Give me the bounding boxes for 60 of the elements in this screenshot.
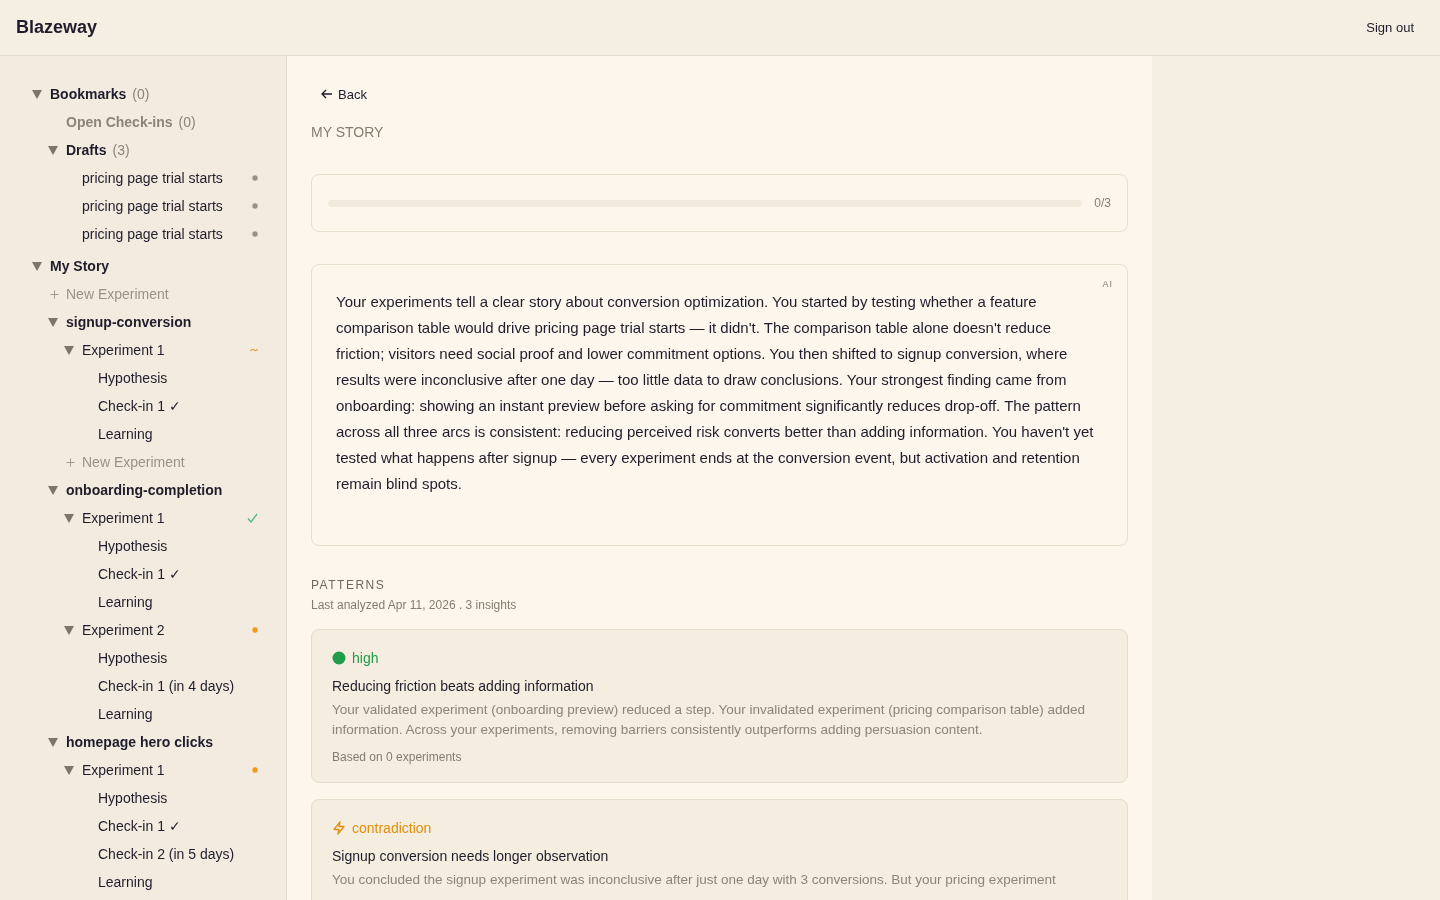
tree-item[interactable]: Bookmarks	[50, 86, 127, 102]
plus-icon	[50, 289, 59, 299]
tree-item[interactable]: Experiment 1	[82, 342, 165, 358]
caret-down-icon[interactable]	[64, 513, 74, 523]
tree-item[interactable]: signup-conversion	[66, 314, 192, 330]
arrow-left-icon	[321, 89, 333, 99]
tree-item[interactable]: Check-in 2 (in 5 days)	[98, 846, 235, 862]
tree-item[interactable]: pricing page trial starts	[82, 226, 223, 242]
tree-item[interactable]: pricing page trial starts	[82, 170, 223, 186]
story-text: Your experiments tell a clear story about conversion optimization. You started by testing whether a feature comparison table would drive pricing page trial starts — it didn't. The comparison table alone doesn't reduce friction; visitors need social proof and lower commitment options. You then shifted to signup conversion, where results were inconclusive after one day — too little data to draw conclusions. Your strongest finding came from onboarding: showing an instant preview before asking for commitment significantly reduces drop-off. The pattern across all three arcs is consistent: reducing perceived risk converts better than adding information. You haven't yet tested what happens after signup — every experiment ends at the conversion event, but activation and retention remain blind spots.	[336, 292, 1095, 494]
item-count: (0)	[132, 86, 150, 102]
tree-item[interactable]: homepage hero clicks	[66, 734, 214, 750]
insight-body: You concluded the signup experiment was inconclusive after just one day with 3 conversions. But your pricing experiment	[332, 871, 1057, 889]
tree-item[interactable]: Drafts	[66, 142, 107, 158]
back-button[interactable]: Back	[311, 84, 377, 104]
insight-tag: high	[352, 650, 379, 666]
caret-down-icon[interactable]	[32, 89, 42, 99]
ai-label: AI	[1102, 279, 1113, 289]
insight-tag: contradiction	[352, 820, 432, 836]
tree-item[interactable]: Check-in 1 ✓	[98, 566, 181, 582]
tree-item[interactable]: Hypothesis	[98, 790, 168, 806]
tree-item[interactable]: Hypothesis	[98, 538, 168, 554]
item-count: (3)	[112, 142, 130, 158]
sign-out-button[interactable]: Sign out	[1366, 18, 1414, 37]
insight-title: Signup conversion needs longer observation	[332, 848, 610, 864]
tree-item[interactable]: onboarding-completion	[66, 482, 223, 498]
tree-item[interactable]: pricing page trial starts	[82, 198, 223, 214]
tree-item[interactable]: Learning	[98, 594, 153, 610]
tree-item[interactable]: Learning	[98, 426, 153, 442]
tree-item[interactable]: Hypothesis	[98, 650, 168, 666]
tree-item[interactable]: Learning	[98, 874, 153, 890]
tree-item[interactable]: Check-in 1 (in 4 days)	[98, 678, 235, 694]
brand-logo: Blazeway	[16, 17, 98, 38]
caret-down-icon[interactable]	[48, 737, 58, 747]
caret-down-icon[interactable]	[48, 145, 58, 155]
tree-item[interactable]: Learning	[98, 706, 153, 722]
tree-item[interactable]: My Story	[50, 258, 110, 274]
caret-down-icon[interactable]	[48, 317, 58, 327]
insight-body: Your validated experiment (onboarding preview) reduced a step. Your invalidated experiment (pricing comparison table) added information. Across your experiments, removing barriers consistently outperforms adding persuasion content.	[332, 701, 1086, 739]
tree-item[interactable]: Experiment 1	[82, 762, 165, 778]
page-title: MY STORY	[311, 124, 385, 140]
caret-down-icon[interactable]	[64, 345, 74, 355]
analysis-meta: Last analyzed Apr 11, 2026 . 3 insights	[311, 598, 518, 612]
tree-item[interactable]: Experiment 2	[82, 622, 165, 638]
tree-item[interactable]: Hypothesis	[98, 370, 168, 386]
caret-down-icon[interactable]	[32, 261, 42, 271]
caret-down-icon[interactable]	[64, 625, 74, 635]
progress-reading: 0/3	[1094, 196, 1111, 210]
lightning-icon	[332, 821, 346, 835]
caret-down-icon[interactable]	[64, 765, 74, 775]
item-count: (0)	[178, 114, 196, 130]
plus-icon	[66, 457, 75, 467]
status-dot	[332, 651, 346, 665]
caret-down-icon[interactable]	[48, 485, 58, 495]
insight-title: Reducing friction beats adding information	[332, 678, 595, 694]
section-heading: PATTERNS	[311, 578, 387, 592]
tree-item[interactable]: Check-in 1 ✓	[98, 818, 181, 834]
insight-footer: Based on 0 experiments	[332, 750, 1107, 764]
tree-item[interactable]: Check-in 1 ✓	[98, 398, 181, 414]
tree-item[interactable]: Experiment 1	[82, 510, 165, 526]
